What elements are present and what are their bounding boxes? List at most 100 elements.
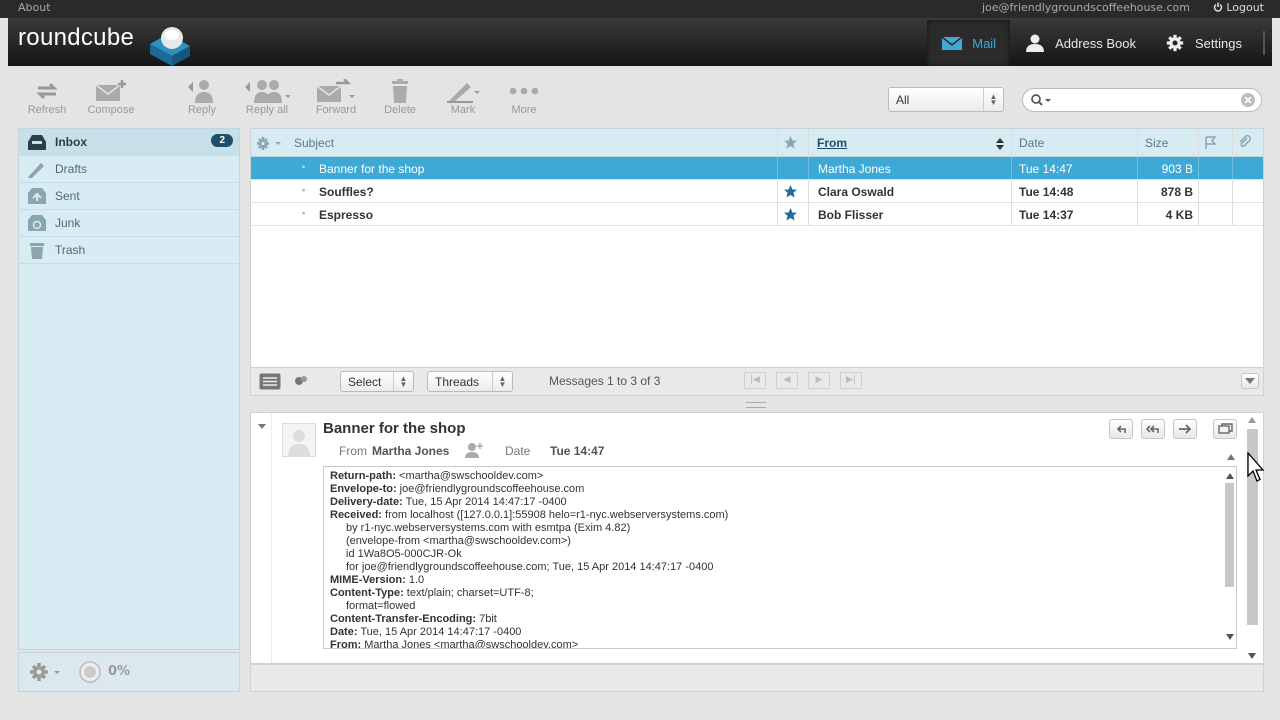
select-menu[interactable]: Select ▲ ▼ — [340, 371, 414, 392]
collapse-headers-icon[interactable] — [257, 423, 267, 431]
folder-drafts[interactable]: Drafts — [19, 156, 239, 183]
header-scroll-up-icon[interactable] — [1227, 454, 1235, 460]
row-from: Clara Oswald — [818, 185, 895, 199]
junk-icon — [28, 215, 46, 231]
threads-menu[interactable]: Threads ▲ ▼ — [427, 371, 513, 392]
col-from[interactable]: From — [817, 136, 847, 150]
flag-icon[interactable] — [1204, 136, 1218, 149]
header-key: Content-Type: — [330, 587, 404, 599]
folder-sent[interactable]: Sent — [19, 183, 239, 210]
header-line: MIME-Version: 1.0 — [330, 574, 1230, 587]
row-size: 4 KB — [1165, 208, 1193, 222]
collapse-list-button[interactable] — [1241, 373, 1259, 389]
forward-button-small[interactable] — [1173, 419, 1197, 439]
power-icon — [1213, 2, 1223, 12]
reply-button-small[interactable] — [1109, 419, 1133, 439]
flag-column-star-icon[interactable] — [784, 136, 797, 149]
header-key: Envelope-to: — [330, 483, 397, 495]
refresh-label: Refresh — [27, 104, 67, 116]
header-value: text/plain; charset=UTF-8; — [403, 587, 534, 599]
flagged-star-icon[interactable] — [784, 185, 797, 198]
compose-button[interactable]: Compose — [82, 78, 140, 116]
delete-button[interactable]: Delete — [378, 78, 422, 116]
inbox-icon — [28, 135, 46, 150]
list-options-icon[interactable] — [257, 137, 283, 150]
forward-button[interactable]: Forward — [312, 78, 360, 116]
open-in-window-button[interactable] — [1213, 419, 1237, 439]
scroll-down-icon[interactable] — [1248, 653, 1256, 659]
task-mail[interactable]: Mail — [927, 20, 1011, 66]
reply-button[interactable]: Reply — [178, 78, 226, 116]
folder-inbox[interactable]: Inbox 2 — [19, 129, 239, 156]
threads-menu-label: Threads — [435, 375, 480, 389]
logout-label: Logout — [1226, 1, 1264, 14]
row-subject: Souffles? — [319, 185, 374, 199]
first-page-button[interactable]: |◀ — [744, 372, 766, 389]
threads-view-icon[interactable] — [293, 375, 309, 387]
about-link[interactable]: About — [18, 1, 51, 14]
table-row[interactable]: • Espresso Bob Flisser Tue 14:37 4 KB — [251, 203, 1263, 226]
attachment-icon[interactable] — [1238, 135, 1252, 149]
row-from: Martha Jones — [818, 162, 891, 176]
sent-icon — [28, 188, 46, 204]
search-box[interactable] — [1022, 88, 1262, 112]
task-address-book[interactable]: Address Book — [1010, 20, 1150, 66]
last-page-button[interactable]: ▶| — [840, 372, 862, 389]
mark-button[interactable]: Mark — [442, 78, 484, 116]
row-size: 903 B — [1161, 162, 1193, 176]
header-key: Date: — [330, 626, 358, 638]
header-value: from localhost ([127.0.0.1]:55908 helo=r… — [381, 509, 729, 521]
filter-select[interactable]: All ▲ ▼ — [888, 87, 1004, 112]
table-row[interactable]: • Souffles? Clara Oswald Tue 14:48 878 B — [251, 180, 1263, 203]
compose-label: Compose — [87, 104, 135, 116]
list-view-icon[interactable] — [259, 373, 281, 390]
scroll-up-icon[interactable] — [1248, 417, 1256, 423]
header-value: <martha@swschooldev.com> — [396, 470, 544, 482]
top-line: About joe@friendlygroundscoffeehouse.com… — [0, 0, 1280, 18]
header-value: (envelope-from <martha@swschooldev.com>) — [346, 535, 571, 547]
col-date[interactable]: Date — [1019, 136, 1044, 150]
header-line: id 1Wa8O5-000CJR-Ok — [330, 548, 1230, 561]
flagged-star-icon[interactable] — [784, 208, 797, 221]
header-value: 1.0 — [405, 574, 425, 586]
refresh-button[interactable]: Refresh — [22, 78, 72, 116]
preview-footer — [250, 664, 1264, 692]
col-subject[interactable]: Subject — [294, 136, 334, 150]
logout-link[interactable]: Logout — [1213, 1, 1264, 14]
new-window-icon — [1218, 423, 1233, 434]
forward-label: Forward — [315, 104, 357, 116]
mark-label: Mark — [450, 104, 476, 116]
headers-scroll-up-icon[interactable] — [1226, 473, 1234, 479]
folder-junk[interactable]: Junk — [19, 210, 239, 237]
reply-label: Reply — [187, 104, 217, 116]
folder-sent-label: Sent — [55, 189, 80, 203]
gear-menu-icon[interactable] — [29, 662, 63, 682]
task-settings[interactable]: Settings — [1150, 20, 1256, 66]
reply-all-button-small[interactable] — [1141, 419, 1165, 439]
select-arrows-icon: ▲ ▼ — [492, 372, 512, 391]
col-size[interactable]: Size — [1145, 136, 1168, 150]
search-icon[interactable] — [1031, 94, 1053, 107]
splitter-handle[interactable] — [746, 402, 766, 408]
add-contact-icon[interactable] — [465, 442, 483, 458]
prev-page-button[interactable]: ◀ — [776, 372, 798, 389]
from-name[interactable]: Martha Jones — [372, 444, 449, 458]
header-value: by r1-nyc.webserversystems.com with esmt… — [346, 522, 631, 534]
list-footer: Select ▲ ▼ Threads ▲ ▼ Messages 1 to 3 of … — [250, 368, 1264, 396]
reply-all-button[interactable]: Reply all — [236, 78, 298, 116]
header-value: id 1Wa8O5-000CJR-Ok — [346, 548, 462, 560]
header-line: Envelope-to: joe@friendlygroundscoffeeho… — [330, 483, 1230, 496]
more-button[interactable]: More — [506, 78, 542, 116]
next-page-button[interactable]: ▶ — [808, 372, 830, 389]
headers-scrollbar-thumb[interactable] — [1225, 483, 1234, 587]
folder-trash[interactable]: Trash — [19, 237, 239, 264]
table-row[interactable]: • Banner for the shop Martha Jones Tue 1… — [251, 157, 1263, 180]
headers-scroll-down-icon[interactable] — [1226, 634, 1234, 640]
select-arrows-icon: ▲ ▼ — [983, 88, 1003, 111]
reply-arrow-icon — [1116, 425, 1126, 433]
header-line: for joe@friendlygroundscoffeehouse.com; … — [330, 561, 1230, 574]
row-subject: Espresso — [319, 208, 374, 222]
clear-search-icon[interactable] — [1241, 93, 1255, 107]
header-value: joe@friendlygroundscoffeehouse.com — [396, 483, 585, 495]
logo-cube-icon — [150, 27, 190, 66]
